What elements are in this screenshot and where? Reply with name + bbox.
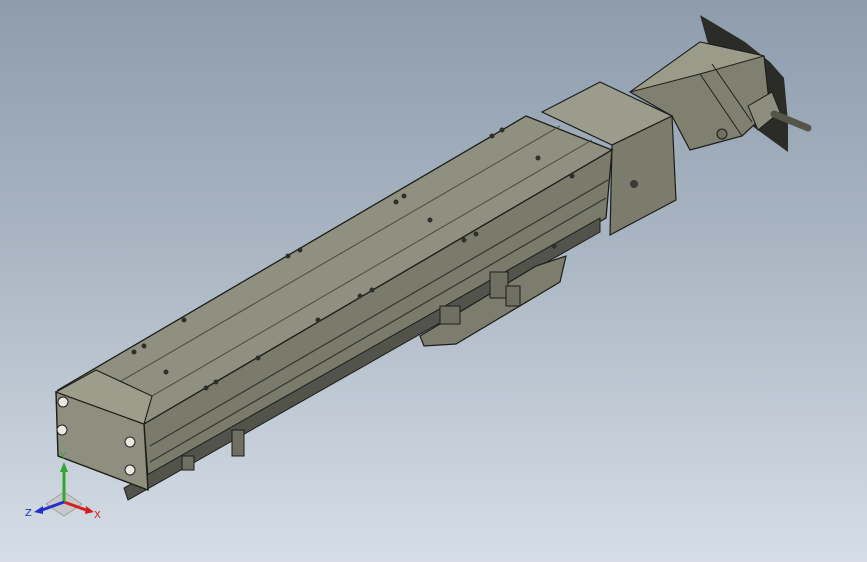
carriage-block-3	[439, 305, 461, 325]
end-cap-hole-3	[124, 436, 136, 448]
graphics-viewport[interactable]: Y Z X	[0, 0, 867, 562]
sensor-bracket-2[interactable]	[231, 429, 245, 457]
end-cap-hole-4	[124, 464, 136, 476]
end-cap-hole-1	[57, 396, 69, 408]
triad-y-label: Y	[59, 451, 67, 462]
coupling-screw	[630, 180, 638, 188]
triad-y-arrow	[60, 462, 68, 472]
triad-x-label: X	[94, 510, 101, 521]
triad-z-arrow	[34, 506, 43, 514]
triad-x-arrow	[85, 506, 94, 514]
carriage-block-1	[489, 271, 509, 299]
end-cap-hole-2	[56, 424, 68, 436]
sensor-bracket-1[interactable]	[181, 455, 195, 471]
carriage-block-2	[505, 285, 521, 307]
triad-z-label: Z	[25, 508, 32, 519]
linear-actuator-model[interactable]	[0, 0, 867, 562]
orientation-triad: Y Z X	[25, 451, 101, 521]
cable-gland	[716, 128, 728, 140]
